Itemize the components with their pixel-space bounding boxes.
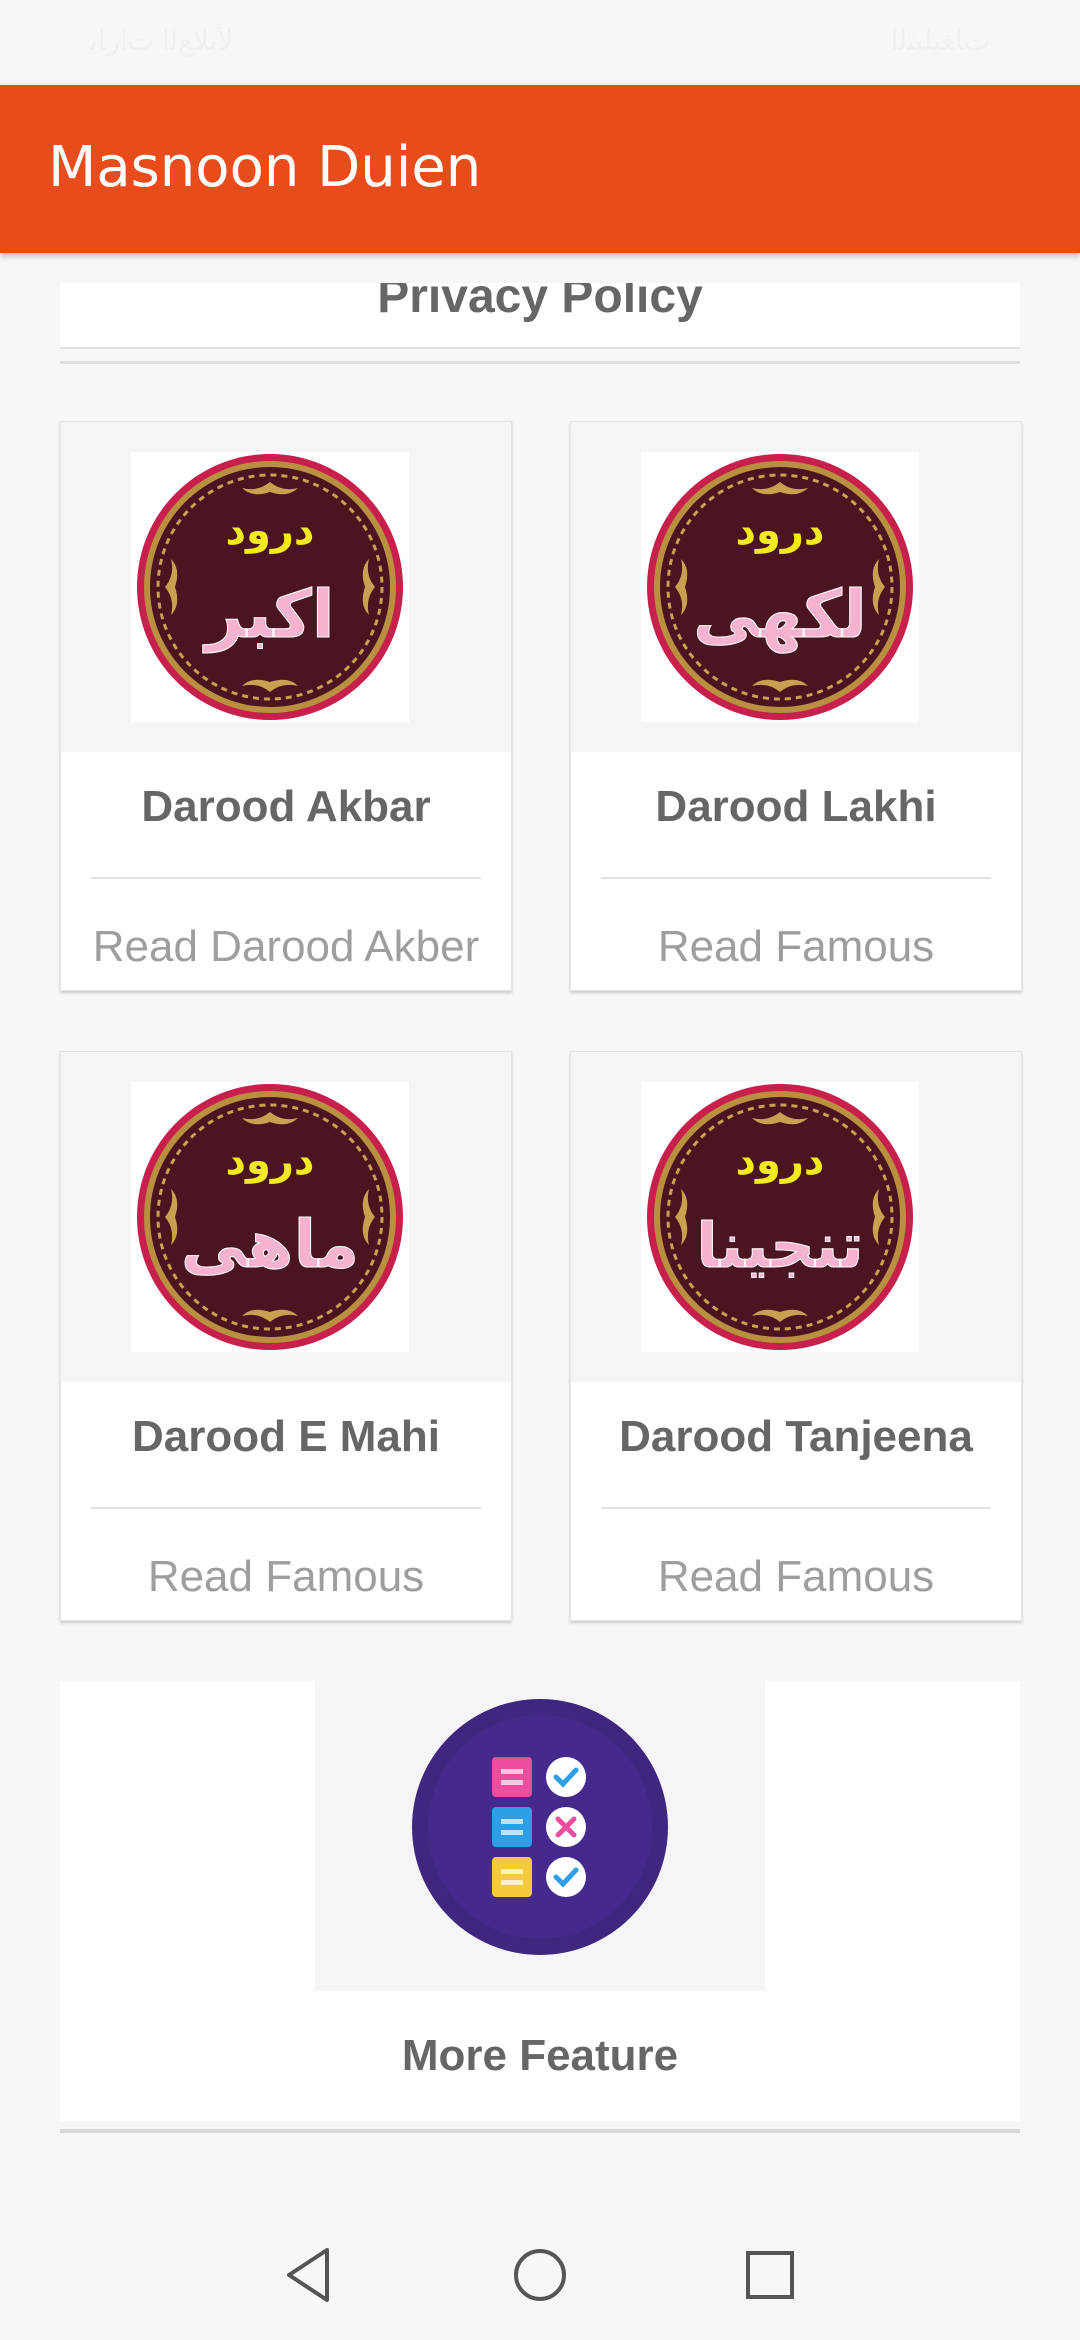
card-title: Darood E Mahi [131, 1412, 441, 1461]
feature-image-area [315, 1681, 765, 1991]
card-title: Darood Tanjeena [619, 1412, 973, 1461]
svg-text:ماهی: ماهی [181, 1206, 359, 1283]
status-right-text: ﺕﺎﻐﻴﻠﺒﺘﻟﺍ [890, 25, 990, 56]
card-separator [91, 1507, 481, 1509]
svg-text:تنجینا: تنجینا [696, 1209, 863, 1282]
card-subtitle: Read Darood Akber [92, 922, 480, 971]
card-image-area: درود لکھی [571, 422, 1021, 752]
svg-text:لکھی: لکھی [693, 576, 867, 654]
card-title: Darood Lakhi [655, 782, 937, 831]
divider [60, 2129, 1020, 2133]
card-subtitle: Read Famous [657, 1552, 935, 1601]
card-title: Darood Akbar [141, 782, 431, 831]
status-bar: ﻷﺑﻼﻊﻟﺍ ﺕﺍﺭﺎﺑ ﺕﺎﻐﻴﻠﺒﺘﻟﺍ [0, 0, 1080, 85]
svg-text:درود: درود [226, 1138, 315, 1184]
more-feature-card[interactable]: More Feature [60, 1681, 1020, 2121]
card-separator [601, 1507, 991, 1509]
recents-icon[interactable] [735, 2240, 805, 2310]
divider [60, 361, 1020, 364]
app-title: Masnoon Duien [48, 135, 482, 200]
card-darood-lakhi[interactable]: درود لکھی Darood Lakhi Read Famous [570, 421, 1022, 991]
app-bar: Masnoon Duien [0, 85, 1080, 253]
card-darood-tanjeena[interactable]: درود تنجینا Darood Tanjeena Read Famous [570, 1051, 1022, 1621]
status-left-text: ﻷﺑﻼﻊﻟﺍ ﺕﺍﺭﺎﺑ [90, 25, 234, 56]
more-feature-title: More Feature [401, 2031, 679, 2080]
darood-akbar-icon: درود اکبر [131, 452, 409, 722]
svg-text:اکبر: اکبر [202, 576, 334, 653]
checklist-icon [412, 1699, 668, 1955]
card-darood-akbar[interactable]: درود اکبر Darood Akbar Read Darood Akber [60, 421, 512, 991]
card-image-area: درود ماهی [61, 1052, 511, 1382]
darood-mahi-icon: درود ماهی [131, 1082, 409, 1352]
card-separator [601, 877, 991, 879]
privacy-policy-card[interactable]: Privacy Policy [60, 283, 1020, 349]
svg-text:درود: درود [736, 508, 825, 554]
navigation-bar [0, 2210, 1080, 2340]
home-icon[interactable] [505, 2240, 575, 2310]
card-subtitle: Read Famous [147, 1552, 425, 1601]
card-image-area: درود تنجینا [571, 1052, 1021, 1382]
svg-text:درود: درود [736, 1138, 825, 1184]
darood-lakhi-icon: درود لکھی [641, 452, 919, 722]
svg-text:درود: درود [226, 508, 315, 554]
content-scroll[interactable]: Privacy Policy درود اکبر Darood Akbar Re… [0, 253, 1080, 2210]
back-icon[interactable] [275, 2240, 345, 2310]
privacy-policy-label: Privacy Policy [377, 283, 703, 323]
darood-tanjeena-icon: درود تنجینا [641, 1082, 919, 1352]
card-subtitle: Read Famous [657, 922, 935, 971]
card-separator [91, 877, 481, 879]
card-image-area: درود اکبر [61, 422, 511, 752]
card-darood-e-mahi[interactable]: درود ماهی Darood E Mahi Read Famous [60, 1051, 512, 1621]
